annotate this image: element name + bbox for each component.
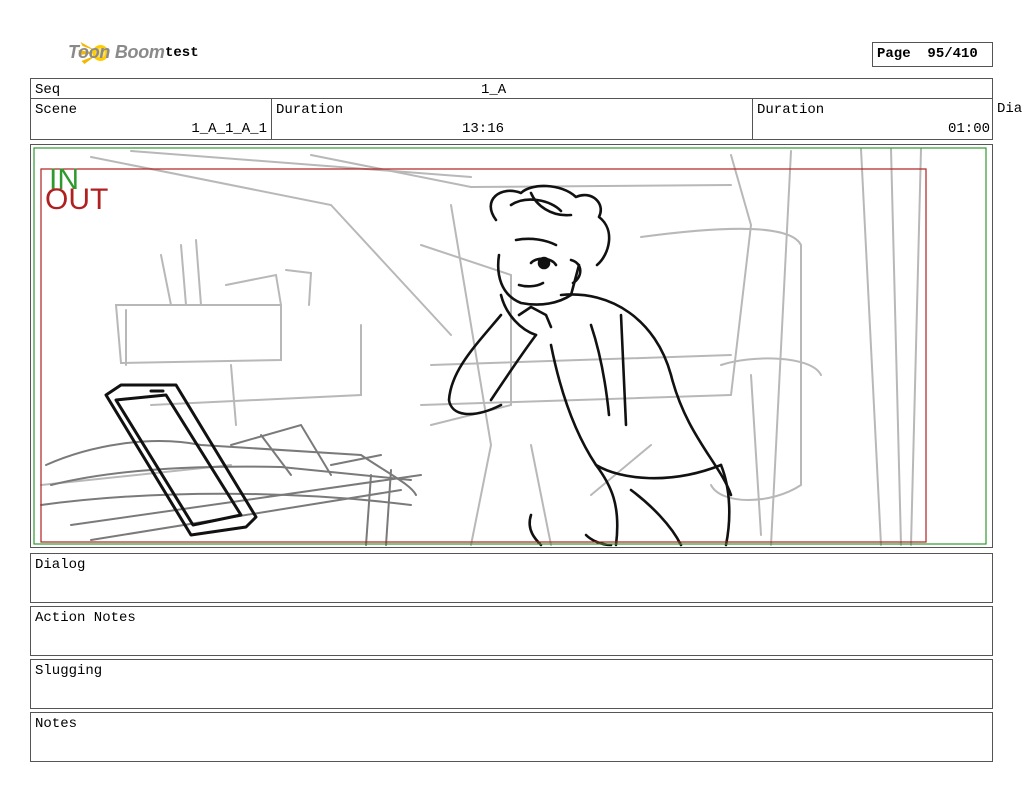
scene-duration-cell: Duration 13:16 <box>272 99 753 139</box>
action-notes-section[interactable]: Action Notes <box>30 606 993 656</box>
panel-duration-cell: Duration 01:00 <box>753 99 994 139</box>
dialog-label: Dialog <box>35 557 86 573</box>
out-marker: OUT <box>45 183 108 216</box>
sequence-row: Seq 1_A <box>30 78 993 99</box>
brand-name: Toon Boom <box>68 42 165 62</box>
panel-duration-value: 01:00 <box>947 121 990 137</box>
panel-sketch: IN OUT <box>33 147 987 547</box>
dialog-column-label-cutoff: Dia <box>997 101 1023 117</box>
scene-cell: Scene 1_A_1_A_1 <box>31 99 272 139</box>
slugging-label: Slugging <box>35 663 103 679</box>
project-title: test <box>165 45 199 61</box>
slugging-section[interactable]: Slugging <box>30 659 993 709</box>
duration-label: Duration <box>276 102 344 118</box>
seq-label: Seq <box>35 82 61 98</box>
page-number: 95/410 <box>927 46 978 62</box>
page-label: Page <box>877 46 911 62</box>
notes-section[interactable]: Notes <box>30 712 993 762</box>
seq-value: 1_A <box>481 82 507 98</box>
scene-value: 1_A_1_A_1 <box>191 121 267 137</box>
notes-label: Notes <box>35 716 78 732</box>
page-indicator: Page 95/410 <box>872 42 993 67</box>
dialog-section[interactable]: Dialog <box>30 553 993 603</box>
duration-label: Duration <box>757 102 825 118</box>
storyboard-panel[interactable]: IN OUT <box>30 144 993 548</box>
scene-label: Scene <box>35 102 78 118</box>
action-notes-label: Action Notes <box>35 610 136 626</box>
scene-row: Scene 1_A_1_A_1 Duration 13:16 Duration … <box>30 98 993 140</box>
scene-duration-value: 13:16 <box>462 121 505 137</box>
